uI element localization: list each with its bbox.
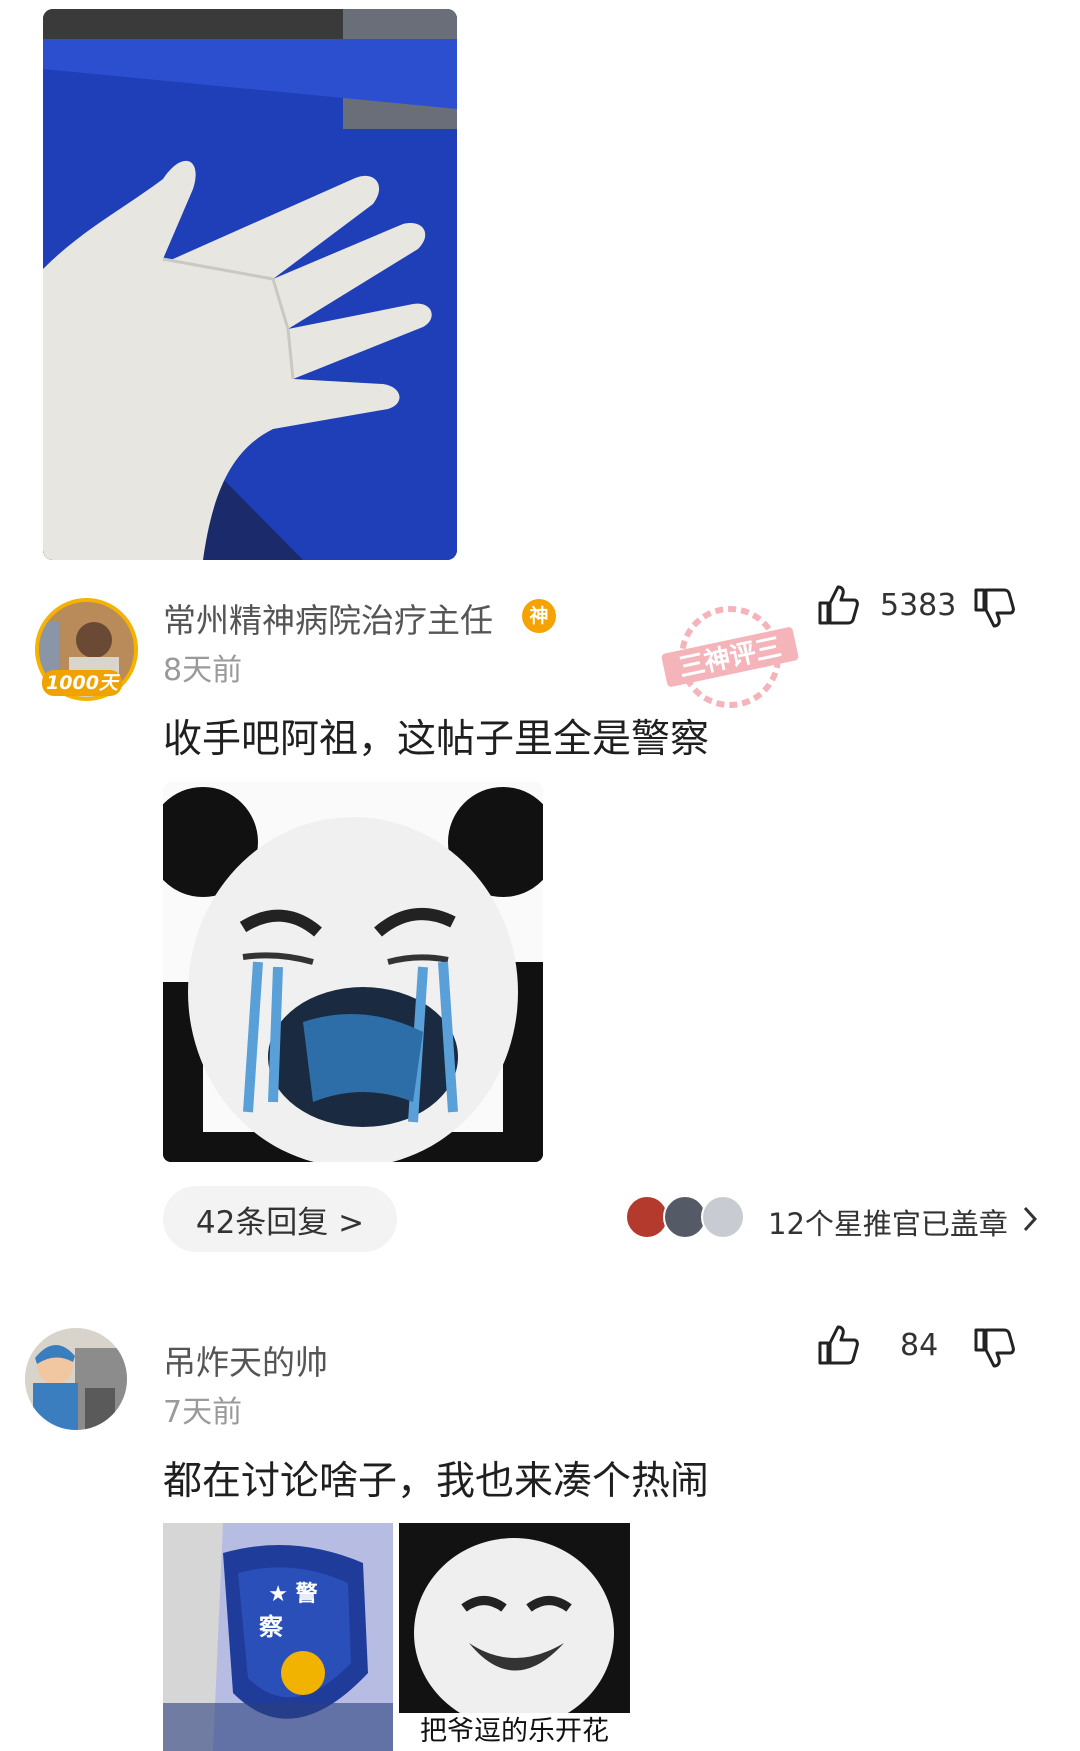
like-icon[interactable] xyxy=(816,1323,860,1367)
comment-text: 都在讨论啥子，我也来凑个热闹 xyxy=(163,1459,710,1504)
svg-text:★ 警: ★ 警 xyxy=(268,1582,317,1607)
avatar-badge: 1000天 xyxy=(42,670,122,696)
comment-username[interactable]: 吊炸天的帅 xyxy=(163,1336,328,1384)
reply-count-button[interactable]: 42条回复 > xyxy=(163,1186,397,1252)
verified-badge-icon: 神 xyxy=(522,599,556,633)
comment-username[interactable]: 常州精神病院治疗主任 xyxy=(163,594,493,642)
svg-text:察: 察 xyxy=(259,1613,284,1641)
like-icon[interactable] xyxy=(816,583,860,627)
dislike-icon[interactable] xyxy=(972,1326,1016,1370)
verified-badge-label: 神 xyxy=(529,605,549,627)
comment-text: 收手吧阿祖，这帖子里全是警察 xyxy=(163,717,710,762)
like-count: 84 xyxy=(900,1328,939,1363)
star-recommender-label[interactable]: 12个星推官已盖章 xyxy=(768,1201,1008,1243)
star-recommender-avatars[interactable] xyxy=(625,1195,755,1239)
comment-image-panda-laugh[interactable]: 把爷逗的乐开花 xyxy=(399,1523,630,1751)
post-image-glove[interactable] xyxy=(43,9,457,560)
meme-caption: 把爷逗的乐开花 xyxy=(399,1713,630,1751)
shenping-stamp: 三神评三 xyxy=(655,598,805,716)
user-avatar[interactable] xyxy=(25,1328,127,1430)
dislike-icon[interactable] xyxy=(972,586,1016,630)
comment-time: 8天前 xyxy=(163,653,243,688)
chevron-right-icon[interactable] xyxy=(1020,1204,1040,1234)
like-count: 5383 xyxy=(880,588,957,623)
comment-time: 7天前 xyxy=(163,1395,243,1430)
comment-image-panda-cry[interactable] xyxy=(163,782,543,1162)
comment-image-police-patch[interactable]: ★ 警 察 xyxy=(163,1523,393,1751)
mini-avatar xyxy=(701,1195,745,1239)
